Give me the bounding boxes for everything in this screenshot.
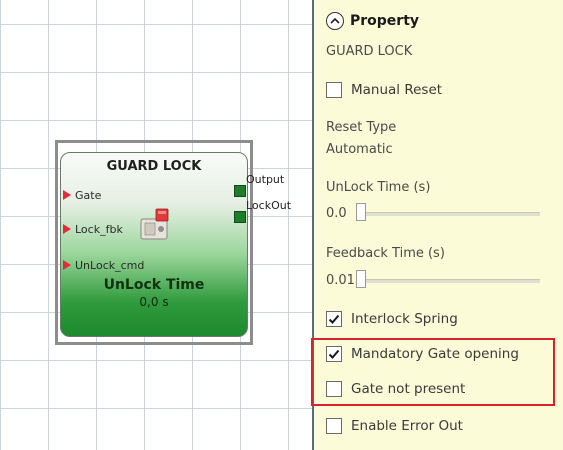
enable-error-out-row[interactable]: Enable Error Out — [326, 418, 463, 434]
highlight-annotation — [311, 338, 555, 406]
lock-device-icon — [140, 208, 169, 240]
slider-track-line — [356, 212, 540, 216]
enable-error-out-checkbox[interactable] — [326, 418, 342, 434]
output-port-lockout[interactable] — [234, 211, 246, 223]
feedback-time-slider-row: 0.01 — [326, 270, 540, 290]
manual-reset-checkbox[interactable] — [326, 82, 342, 98]
reset-type-value[interactable]: Automatic — [326, 142, 393, 157]
manual-reset-label: Manual Reset — [351, 82, 443, 98]
block-name-label: GUARD LOCK — [326, 44, 413, 59]
slider-thumb[interactable] — [356, 203, 366, 221]
output-label-output: Output — [246, 173, 285, 186]
feedback-time-label: Feedback Time (s) — [326, 246, 445, 261]
unlock-time-slider-row: 0.0 — [326, 203, 540, 223]
input-port-unlock-cmd[interactable]: UnLock_cmd — [63, 258, 144, 272]
unlock-time-slider[interactable] — [356, 203, 540, 223]
slider-thumb[interactable] — [356, 270, 366, 288]
unlock-time-value: 0.0 — [326, 205, 347, 221]
chevron-up-circle-icon[interactable] — [326, 12, 344, 30]
interlock-spring-checkbox[interactable] — [326, 311, 342, 327]
feedback-time-value: 0.01 — [326, 272, 355, 288]
output-label-lockout: LockOut — [246, 199, 292, 212]
input-label-gate: Gate — [75, 188, 102, 202]
property-title: Property — [350, 13, 420, 29]
feedback-time-slider[interactable] — [356, 270, 540, 290]
block-param-value: 0,0 s — [139, 295, 169, 309]
input-arrow-icon — [63, 190, 71, 200]
checkmark-icon — [328, 314, 340, 324]
input-arrow-icon — [63, 224, 71, 234]
input-port-gate[interactable]: Gate — [63, 188, 101, 202]
block-param-name: UnLock Time — [103, 277, 205, 293]
reset-type-label: Reset Type — [326, 120, 397, 135]
interlock-spring-row[interactable]: Interlock Spring — [326, 311, 458, 327]
output-port-output[interactable] — [234, 185, 246, 197]
manual-reset-row[interactable]: Manual Reset — [326, 82, 442, 98]
property-header[interactable]: Property — [326, 12, 419, 30]
input-label-lock-fbk: Lock_fbk — [75, 222, 123, 236]
enable-error-out-label: Enable Error Out — [351, 418, 463, 434]
unlock-time-label: UnLock Time (s) — [326, 180, 431, 195]
input-label-unlock-cmd: UnLock_cmd — [75, 258, 145, 272]
guard-lock-block[interactable]: GUARD LOCK Gate Lock_fbk UnLock_cmd UnLo… — [60, 152, 248, 337]
input-arrow-icon — [63, 260, 71, 270]
block-title: GUARD LOCK — [106, 159, 202, 174]
input-port-lock-fbk[interactable]: Lock_fbk — [63, 222, 123, 236]
interlock-spring-label: Interlock Spring — [351, 311, 458, 327]
slider-track-line — [356, 279, 540, 283]
